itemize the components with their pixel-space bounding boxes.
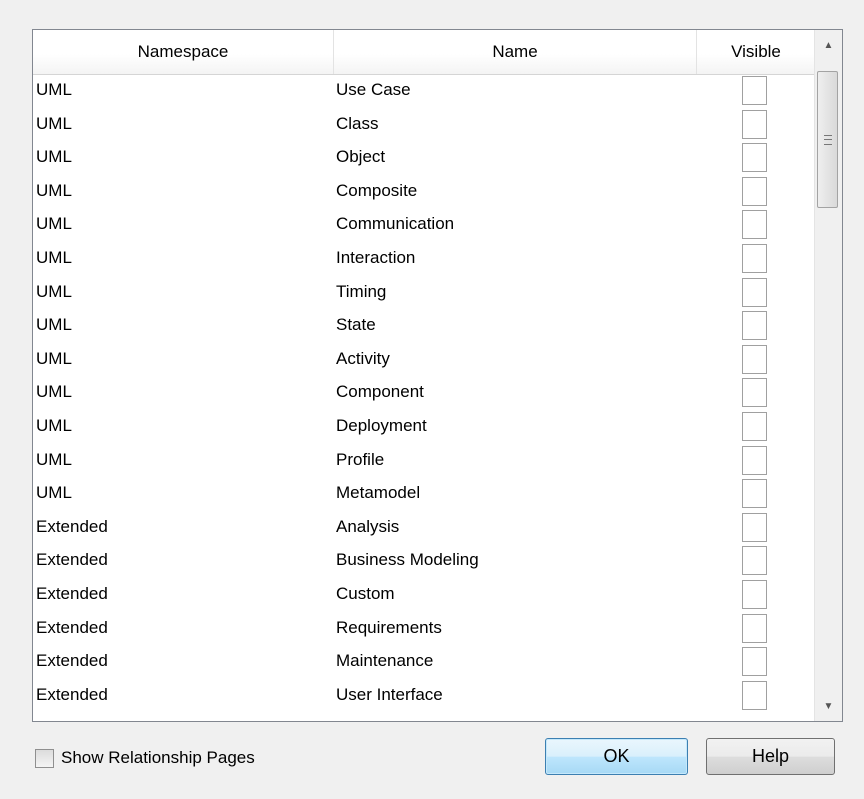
list-row[interactable]: UML Timing [33, 276, 816, 310]
list-row[interactable]: UML Composite [33, 175, 816, 209]
name-cell: User Interface [336, 684, 443, 704]
namespace-cell: UML [36, 382, 72, 402]
list-row[interactable]: Extended Custom [33, 578, 816, 612]
column-header-name[interactable]: Name [334, 30, 697, 74]
list-row[interactable]: UML Communication [33, 208, 816, 242]
name-cell: Profile [336, 449, 385, 469]
namespace-cell: Extended [36, 516, 108, 536]
namespace-cell: Extended [36, 583, 108, 603]
visible-checkbox[interactable] [742, 647, 767, 677]
namespace-cell: UML [36, 348, 72, 368]
namespace-cell: UML [36, 247, 72, 267]
name-cell: Object [336, 147, 386, 167]
visible-checkbox[interactable] [742, 579, 767, 609]
name-cell: Composite [336, 180, 418, 200]
list-row[interactable]: Extended Business Modeling [33, 544, 816, 578]
list-row[interactable]: UML Profile [33, 444, 816, 478]
visible-checkbox[interactable] [742, 479, 767, 509]
name-cell: Analysis [336, 516, 400, 536]
column-header-visible[interactable]: Visible [697, 30, 816, 74]
list-row[interactable]: Extended Maintenance [33, 645, 816, 679]
name-cell: Component [336, 382, 424, 402]
visible-checkbox[interactable] [742, 512, 767, 542]
list-row[interactable]: UML Use Case [33, 74, 816, 108]
scroll-thumb[interactable] [817, 71, 838, 208]
visible-checkbox[interactable] [742, 445, 767, 475]
namespace-cell: UML [36, 147, 72, 167]
visible-checkbox[interactable] [742, 311, 767, 341]
namespace-cell: UML [36, 483, 72, 503]
name-cell: Maintenance [336, 651, 434, 671]
name-cell: Class [336, 113, 379, 133]
list-row[interactable]: Extended Requirements [33, 612, 816, 646]
name-cell: Deployment [336, 415, 427, 435]
namespace-cell: UML [36, 415, 72, 435]
list-row[interactable]: UML Class [33, 108, 816, 142]
show-relationship-pages-option[interactable]: Show Relationship Pages [35, 748, 255, 768]
help-button-label: Help [751, 746, 790, 766]
column-header-name-label: Name [492, 42, 538, 61]
list-row[interactable]: UML State [33, 309, 816, 343]
namespace-cell: UML [36, 180, 72, 200]
namespace-cell: Extended [36, 651, 108, 671]
namespace-cell: Extended [36, 684, 108, 704]
column-header-visible-label: Visible [731, 42, 781, 61]
visible-checkbox[interactable] [742, 680, 767, 710]
show-relationship-pages-label: Show Relationship Pages [61, 748, 255, 767]
column-header-namespace[interactable]: Namespace [33, 30, 334, 74]
name-cell: Custom [336, 583, 395, 603]
name-cell: Interaction [336, 247, 416, 267]
show-relationship-pages-checkbox[interactable] [35, 748, 54, 768]
grip-icon [823, 134, 832, 145]
visible-checkbox[interactable] [742, 243, 767, 273]
list-row[interactable]: UML Object [33, 141, 816, 175]
list-row[interactable]: Extended User Interface [33, 679, 816, 713]
visible-checkbox[interactable] [742, 277, 767, 307]
list-row[interactable]: UML Component [33, 376, 816, 410]
namespace-cell: Extended [36, 550, 108, 570]
list-row[interactable]: UML Deployment [33, 410, 816, 444]
column-header-namespace-label: Namespace [137, 42, 229, 61]
name-cell: Activity [336, 348, 390, 368]
namespace-cell: UML [36, 113, 72, 133]
visible-checkbox[interactable] [742, 76, 767, 105]
visible-checkbox[interactable] [742, 143, 767, 173]
scroll-up-icon[interactable]: ▲ [815, 32, 842, 58]
name-cell: Timing [336, 281, 387, 301]
namespace-cell: UML [36, 281, 72, 301]
namespace-cell: Extended [36, 617, 108, 637]
list-row[interactable]: UML Interaction [33, 242, 816, 276]
list-row[interactable]: UML Activity [33, 343, 816, 377]
visible-checkbox[interactable] [742, 344, 767, 374]
visible-checkbox[interactable] [742, 546, 767, 576]
namespace-cell: UML [36, 449, 72, 469]
visible-checkbox[interactable] [742, 411, 767, 441]
help-button[interactable]: Help [706, 738, 835, 775]
list-row[interactable]: UML Metamodel [33, 477, 816, 511]
visible-checkbox[interactable] [742, 176, 767, 206]
ok-button-label: OK [603, 746, 630, 766]
visible-checkbox[interactable] [742, 378, 767, 408]
vertical-scrollbar[interactable]: ▲ ▼ [814, 30, 842, 721]
name-cell: Requirements [336, 617, 442, 637]
name-cell: State [336, 315, 376, 335]
list-header: Namespace Name Visible [33, 30, 816, 75]
name-cell: Business Modeling [336, 550, 479, 570]
name-cell: Metamodel [336, 483, 421, 503]
namespace-cell: UML [36, 214, 72, 234]
name-cell: Use Case [336, 80, 411, 99]
visible-checkbox[interactable] [742, 210, 767, 240]
list-row[interactable]: Extended Analysis [33, 511, 816, 545]
visible-checkbox[interactable] [742, 109, 767, 139]
namespace-cell: UML [36, 80, 72, 99]
diagram-types-list[interactable]: Namespace Name Visible UML Use Case UML Cla… [32, 29, 843, 722]
namespace-cell: UML [36, 315, 72, 335]
scroll-down-icon[interactable]: ▼ [815, 693, 842, 719]
ok-button[interactable]: OK [545, 738, 688, 775]
name-cell: Communication [336, 214, 455, 234]
list-rows: UML Use Case UML Class UML Object UML Composite… [33, 74, 816, 712]
visible-checkbox[interactable] [742, 613, 767, 643]
